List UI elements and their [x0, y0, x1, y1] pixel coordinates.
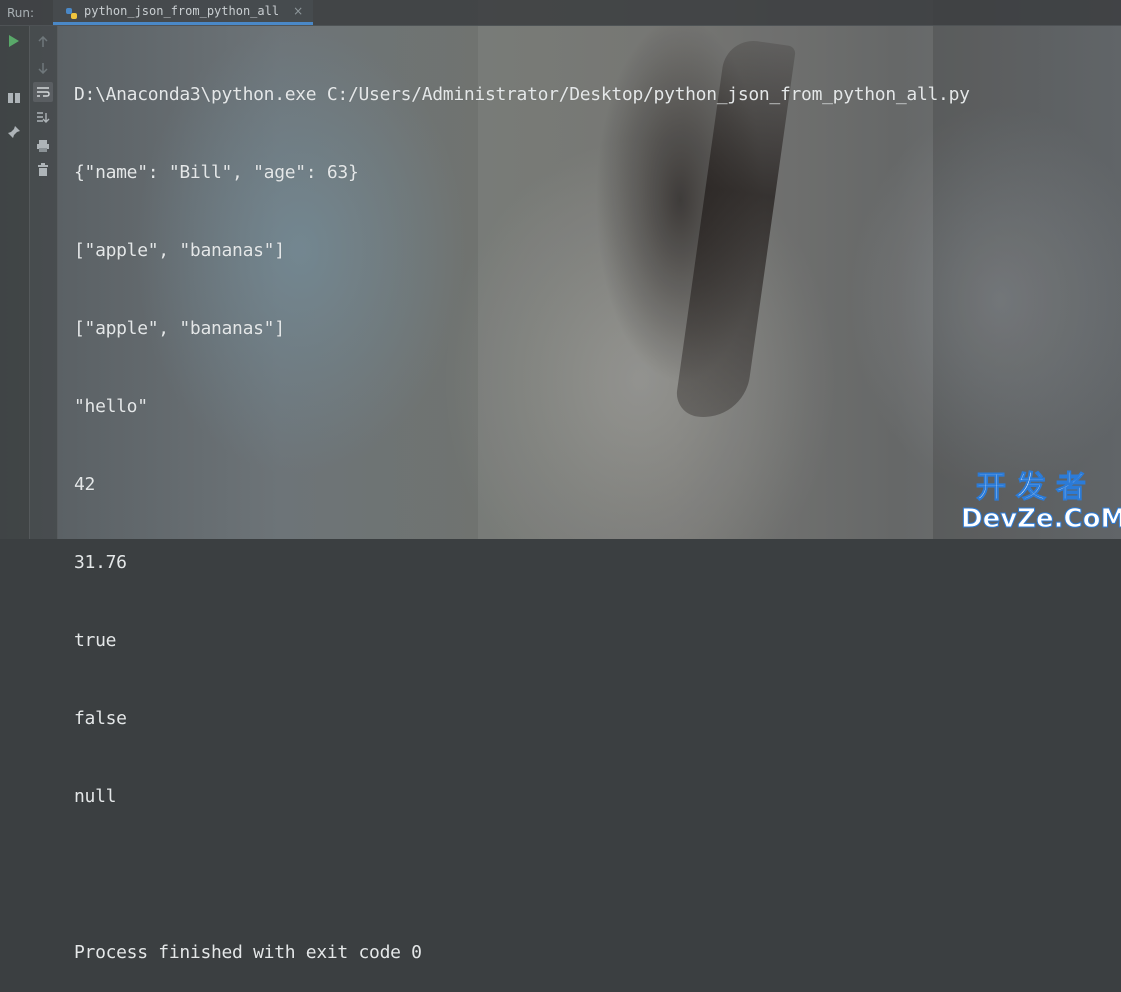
run-toolbar-right — [30, 26, 58, 539]
watermark-english: DevZe.CoM — [961, 504, 1121, 534]
console-line-command: D:\Anaconda3\python.exe C:/Users/Adminis… — [74, 84, 970, 105]
run-tab-label: python_json_from_python_all — [84, 4, 280, 18]
console-line: "hello" — [74, 396, 148, 417]
run-tab[interactable]: python_json_from_python_all × — [53, 0, 314, 25]
watermark-chinese: 开发者 — [976, 470, 1096, 505]
console-line: false — [74, 708, 127, 729]
console-line: 31.76 — [74, 552, 127, 573]
console-line: null — [74, 786, 117, 807]
run-label: Run: — [7, 5, 35, 20]
console-line: 42 — [74, 474, 96, 495]
scroll-to-end-icon[interactable] — [33, 108, 53, 128]
soft-wrap-icon[interactable] — [33, 82, 53, 102]
layout-icon[interactable] — [4, 88, 24, 108]
rerun-icon[interactable] — [4, 31, 24, 51]
print-icon[interactable] — [33, 136, 53, 156]
pin-icon[interactable] — [4, 122, 24, 142]
arrow-up-icon[interactable] — [33, 32, 53, 52]
run-toolbar-left — [0, 26, 30, 539]
console-line: true — [74, 630, 117, 651]
python-file-icon — [65, 5, 78, 19]
console-line: {"name": "Bill", "age": 63} — [74, 162, 359, 183]
console-line: ["apple", "bananas"] — [74, 240, 285, 261]
console-output[interactable]: D:\Anaconda3\python.exe C:/Users/Adminis… — [74, 30, 970, 992]
arrow-down-icon[interactable] — [33, 58, 53, 78]
trash-icon[interactable] — [33, 160, 53, 180]
console-line-exit-status: Process finished with exit code 0 — [74, 942, 422, 963]
watermark-logo: 开发者 DevZe.CoM — [961, 470, 1121, 534]
close-icon[interactable]: × — [293, 4, 303, 18]
console-line: ["apple", "bananas"] — [74, 318, 285, 339]
run-tool-window-header: Run: python_json_from_python_all × — [0, 0, 1121, 26]
